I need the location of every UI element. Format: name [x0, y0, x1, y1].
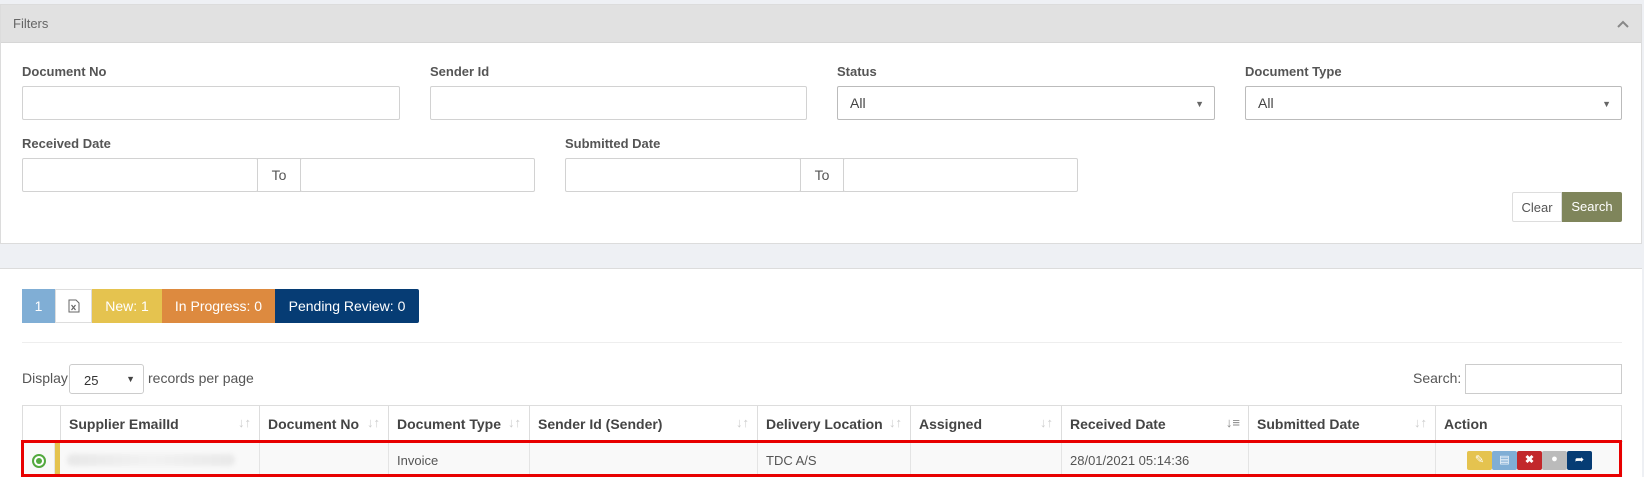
filters-header[interactable]: Filters: [1, 5, 1641, 43]
column-header-action: Action: [1444, 416, 1488, 432]
document-type-value: All: [1258, 95, 1274, 111]
received-date-label: Received Date: [22, 136, 111, 151]
caret-down-icon: ▼: [1602, 99, 1611, 109]
status-value: All: [850, 95, 866, 111]
search-button[interactable]: Search: [1562, 192, 1622, 222]
column-header-assigned[interactable]: Assigned ↓↑: [911, 406, 1062, 441]
sender-id-input[interactable]: [430, 86, 807, 120]
table-search-input[interactable]: [1465, 364, 1622, 394]
table-search-label: Search:: [1413, 370, 1462, 386]
filters-title: Filters: [13, 16, 49, 31]
records-per-page-label: records per page: [148, 370, 254, 386]
page-length-select[interactable]: 25 ▼: [69, 364, 144, 394]
column-header-document-type[interactable]: Document Type ↓↑: [389, 406, 530, 441]
sender-id-label: Sender Id: [430, 64, 490, 79]
sort-icon: ↓↑: [508, 415, 521, 430]
sort-icon: ↓↑: [1040, 415, 1053, 430]
column-header-sender-id[interactable]: Sender Id (Sender) ↓↑: [530, 406, 758, 441]
submitted-date-from-input[interactable]: [565, 158, 801, 192]
excel-icon: [68, 299, 79, 313]
divider: [22, 342, 1622, 343]
sort-icon: ↓↑: [238, 415, 251, 430]
sort-icon: ↓↑: [367, 415, 380, 430]
submitted-date-to-input[interactable]: [843, 158, 1078, 192]
page-length-value: 25: [84, 373, 99, 388]
document-type-select[interactable]: All ▼: [1245, 86, 1622, 120]
sort-desc-icon: ↓≡: [1225, 415, 1240, 430]
column-header-document-no[interactable]: Document No ↓↑: [260, 406, 389, 441]
column-header-supplier-emailid[interactable]: Supplier EmailId ↓↑: [61, 406, 260, 441]
display-label: Display: [22, 370, 68, 386]
received-date-to-input[interactable]: [300, 158, 535, 192]
chevron-up-icon[interactable]: [1617, 18, 1629, 30]
page-count-button[interactable]: 1: [22, 289, 55, 323]
received-date-to-addon: To: [257, 158, 301, 192]
column-header-submitted-date[interactable]: Submitted Date ↓↑: [1249, 406, 1436, 441]
caret-down-icon: ▼: [1195, 99, 1204, 109]
export-excel-button[interactable]: [55, 289, 92, 323]
status-pending-review-button[interactable]: Pending Review: 0: [275, 289, 419, 323]
chevron-down-icon: ▼: [126, 374, 135, 384]
submitted-date-to-addon: To: [800, 158, 844, 192]
column-header-received-date[interactable]: Received Date ↓≡: [1062, 406, 1249, 441]
column-header-expand: [23, 406, 61, 441]
sort-icon: ↓↑: [736, 415, 749, 430]
column-header-delivery-location[interactable]: Delivery Location ↓↑: [758, 406, 911, 441]
document-no-input[interactable]: [22, 86, 400, 120]
filters-panel: Filters: [0, 4, 1642, 244]
sort-icon: ↓↑: [1414, 415, 1427, 430]
row-highlight-box: [21, 440, 1622, 477]
received-date-from-input[interactable]: [22, 158, 258, 192]
sort-icon: ↓↑: [889, 415, 902, 430]
clear-button[interactable]: Clear: [1512, 192, 1562, 222]
document-type-label: Document Type: [1245, 64, 1342, 79]
status-label: Status: [837, 64, 877, 79]
status-new-button[interactable]: New: 1: [92, 289, 162, 323]
document-no-label: Document No: [22, 64, 107, 79]
status-in-progress-button[interactable]: In Progress: 0: [162, 289, 275, 323]
status-select[interactable]: All ▼: [837, 86, 1215, 120]
submitted-date-label: Submitted Date: [565, 136, 661, 151]
